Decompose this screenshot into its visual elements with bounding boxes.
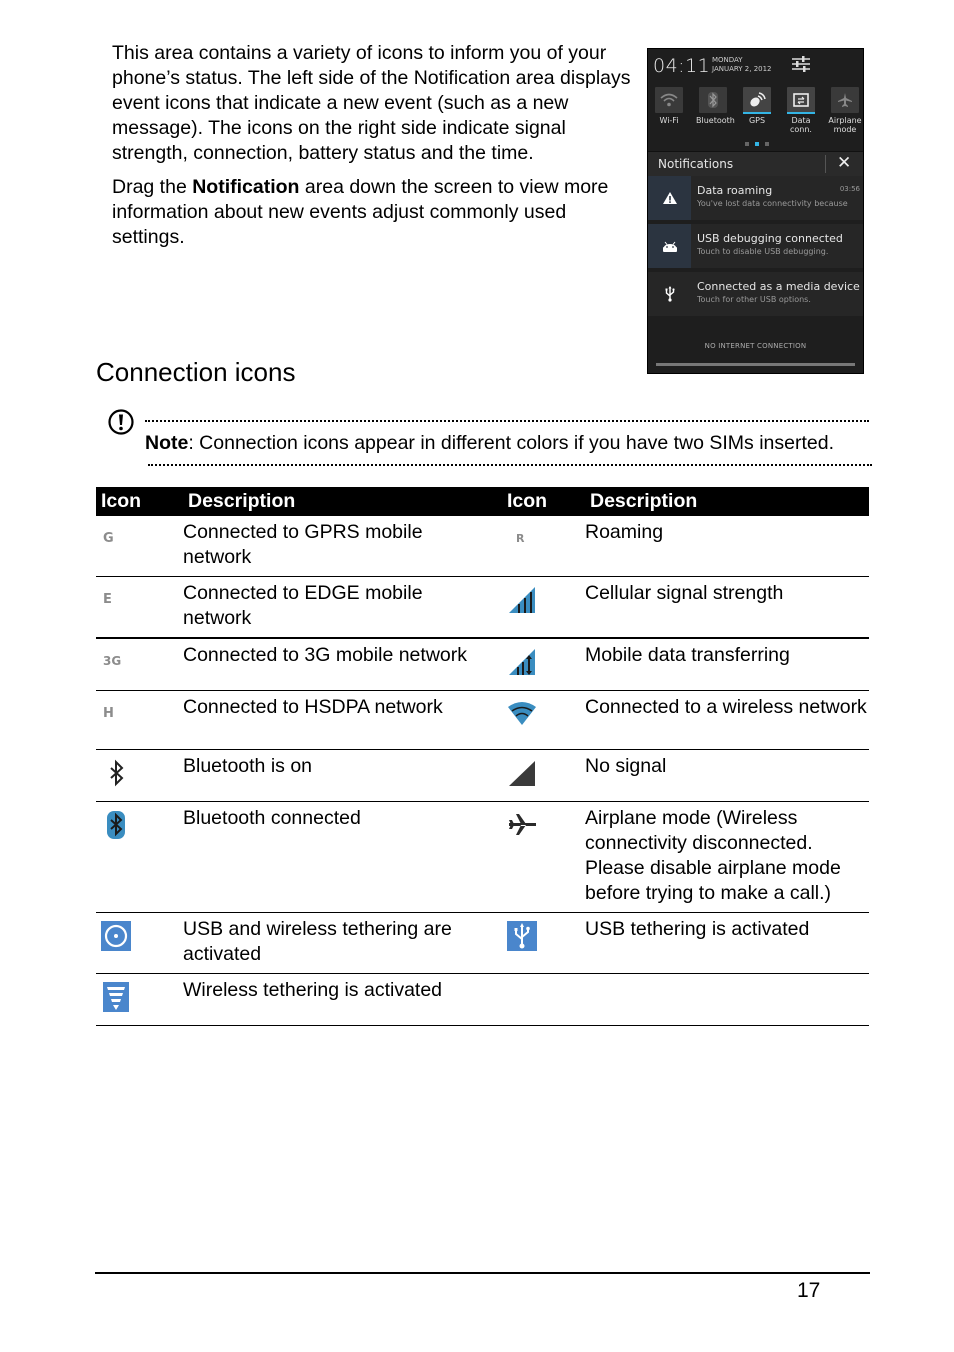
description-cell: Connected to EDGE mobile network — [183, 576, 502, 639]
description-cell: Cellular signal strength — [585, 576, 869, 639]
wireless-tethering-icon — [103, 982, 129, 1012]
description-cell: No signal — [585, 749, 869, 802]
description-cell: Bluetooth connected — [183, 801, 502, 913]
edge-icon: E — [103, 592, 112, 607]
3g-icon: 3G — [103, 654, 122, 668]
table-row: E Connected to EDGE mobile network Cellu… — [96, 576, 869, 639]
page-indicator — [745, 142, 769, 146]
notifications-title: Notifications — [658, 157, 734, 171]
settings-sliders-icon[interactable] — [791, 55, 811, 73]
note-label: Note — [145, 432, 189, 454]
page-dot — [765, 142, 769, 146]
wifi-icon — [655, 87, 683, 113]
wifi-icon — [508, 702, 536, 725]
description-cell: USB tethering is activated — [585, 912, 869, 974]
notifications-header: Notifications ✕ — [648, 151, 863, 176]
drag-handle[interactable] — [656, 363, 855, 366]
bluetooth-connected-icon — [107, 811, 125, 839]
footer-rule — [95, 1272, 870, 1274]
notification-title: USB debugging connected — [697, 232, 843, 245]
toggle-bluetooth[interactable]: Bluetooth — [696, 87, 735, 125]
table-row: Bluetooth is on No signal — [96, 749, 869, 802]
android-icon — [648, 224, 691, 268]
notification-item[interactable]: USB debugging connected Touch to disable… — [648, 224, 863, 268]
usb-tethering-icon — [507, 921, 537, 951]
clock-time: 04:11 — [653, 55, 711, 77]
airplane-icon — [509, 814, 536, 835]
table-row: H Connected to HSDPA network Connected t… — [96, 690, 869, 750]
divider — [825, 155, 826, 173]
quick-toggles: Wi-Fi Bluetooth GPS Data conn. Airplane … — [652, 87, 862, 143]
intro-paragraph-1: This area contains a variety of icons to… — [112, 42, 631, 164]
description-cell: Connected to GPRS mobile network — [183, 516, 502, 577]
note-text: Note: Connection icons appear in differe… — [145, 432, 834, 454]
connection-icons-table: Icon Description Icon Description G Conn… — [96, 487, 869, 1026]
clear-notifications-icon[interactable]: ✕ — [837, 154, 851, 173]
column-header-icon: Icon — [502, 487, 585, 516]
note-divider-top — [145, 420, 869, 422]
airplane-icon — [831, 87, 859, 113]
table-row: Wireless tethering is activated — [96, 973, 869, 1026]
notification-subtitle: Touch for other USB options. — [697, 295, 811, 304]
no-internet-label: NO INTERNET CONNECTION — [704, 342, 807, 350]
toggle-airplane-mode[interactable]: Airplane mode — [828, 87, 862, 134]
data-connection-icon — [787, 87, 815, 114]
gps-icon — [743, 87, 771, 114]
description-cell: Connected to a wireless network — [585, 690, 869, 750]
clock-date: MONDAY JANUARY 2, 2012 — [712, 56, 772, 73]
gprs-icon: G — [103, 531, 114, 546]
table-row: G Connected to GPRS mobile network R Roa… — [96, 516, 869, 577]
description-cell: USB and wireless tethering are activated — [183, 912, 502, 974]
note-divider-bottom — [148, 464, 872, 466]
description-cell: Connected to HSDPA network — [183, 690, 502, 750]
table-row: USB and wireless tethering are activated… — [96, 912, 869, 974]
bluetooth-on-icon — [110, 759, 124, 787]
notification-panel-screenshot: 04:11 MONDAY JANUARY 2, 2012 Wi-Fi Bluet… — [647, 48, 864, 374]
section-title: Connection icons — [96, 357, 296, 387]
description-cell: Roaming — [585, 516, 869, 577]
no-signal-icon — [509, 761, 535, 786]
description-cell — [585, 973, 869, 1026]
description-cell: Bluetooth is on — [183, 749, 502, 802]
notification-subtitle: You've lost data connectivity because — [697, 199, 848, 208]
signal-strength-icon — [509, 587, 535, 613]
notification-term: Notification — [192, 176, 300, 198]
data-transfer-icon — [509, 649, 535, 675]
notification-time: 03:56 — [839, 185, 860, 193]
toggle-gps[interactable]: GPS — [740, 87, 774, 125]
notification-item[interactable]: Connected as a media device Touch for ot… — [648, 272, 863, 316]
description-cell: Mobile data transferring — [585, 638, 869, 691]
intro-text: This area contains a variety of icons to… — [112, 41, 632, 259]
column-header-description: Description — [183, 487, 502, 516]
description-cell: Airplane mode (Wireless connectivity dis… — [585, 801, 869, 913]
usb-wireless-tethering-icon — [101, 921, 131, 951]
hsdpa-icon: H — [103, 706, 114, 721]
usb-icon — [648, 272, 691, 316]
note-exclamation-icon — [108, 409, 134, 435]
notification-item[interactable]: Data roaming You've lost data connectivi… — [648, 176, 863, 220]
notification-title: Connected as a media device — [697, 280, 860, 293]
notification-title: Data roaming — [697, 184, 773, 197]
page-dot-active — [755, 142, 759, 146]
warning-icon — [648, 176, 691, 220]
description-cell: Wireless tethering is activated — [183, 973, 502, 1026]
toggle-data-connection[interactable]: Data conn. — [784, 87, 818, 134]
column-header-icon: Icon — [96, 487, 183, 516]
toggle-wifi[interactable]: Wi-Fi — [652, 87, 686, 125]
table-row: 3G Connected to 3G mobile network Mobile… — [96, 638, 869, 691]
description-cell: Connected to 3G mobile network — [183, 638, 502, 691]
notification-subtitle: Touch to disable USB debugging. — [697, 247, 829, 256]
page-dot — [745, 142, 749, 146]
page-number: 17 — [797, 1279, 821, 1302]
intro-paragraph-2: Drag the Notification area down the scre… — [112, 176, 609, 248]
table-header: Icon Description Icon Description — [96, 487, 869, 516]
bluetooth-icon — [699, 87, 727, 113]
column-header-description: Description — [585, 487, 869, 516]
table-row: Bluetooth connected Airplane mode (Wirel… — [96, 801, 869, 913]
roaming-icon: R — [516, 532, 525, 545]
